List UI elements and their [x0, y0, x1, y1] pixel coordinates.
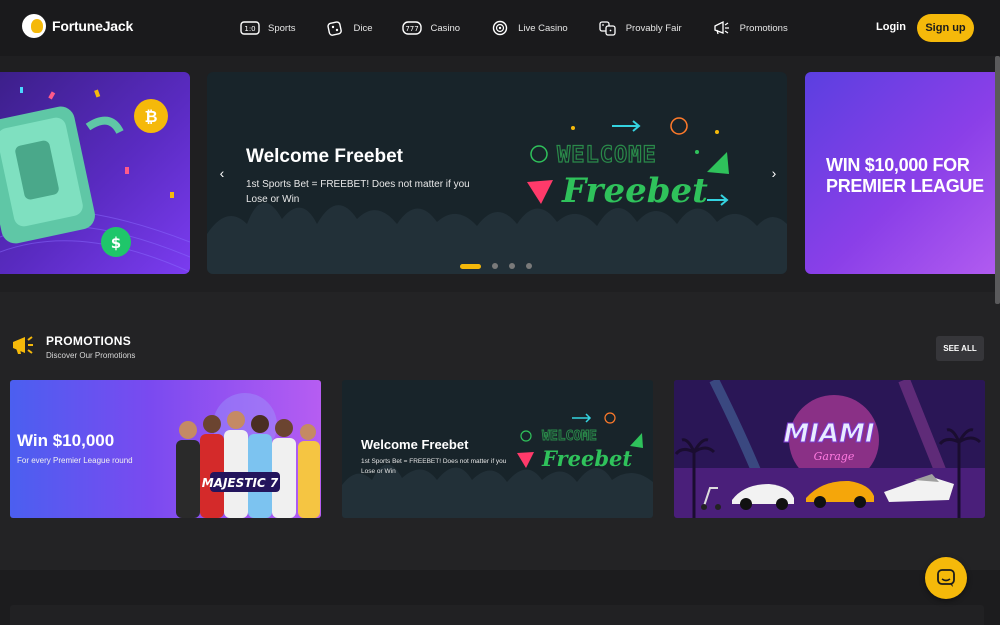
nav-label-promotions: Promotions: [739, 22, 788, 34]
signup-button[interactable]: Sign up: [917, 14, 974, 42]
nav-label-casino: Casino: [430, 22, 461, 34]
footer-panel: [10, 605, 984, 625]
dice-icon: [325, 20, 345, 36]
section-subtitle: Discover Our Promotions: [46, 351, 136, 360]
nav-label-live-casino: Live Casino: [518, 22, 568, 34]
promo-card-premier-league[interactable]: MAJESTIC 7 Win $10,000 For every Premier…: [10, 380, 321, 518]
top-navigation-bar: FortuneJack 1:0 Sports Dice 777 Casino L…: [0, 0, 1000, 56]
carousel-dot-4[interactable]: [526, 263, 532, 269]
promo-card-title: Win $10,000: [17, 431, 115, 450]
brand-logo[interactable]: FortuneJack: [22, 14, 133, 38]
nav-item-promotions[interactable]: Promotions: [712, 20, 788, 36]
carousel-dot-3[interactable]: [509, 263, 515, 269]
megaphone-icon: [712, 20, 732, 36]
scoreboard-icon: 1:0: [240, 20, 260, 36]
chat-icon: [937, 569, 955, 587]
promo-card-title: Welcome Freebet: [361, 437, 469, 452]
nav-item-live-casino[interactable]: Live Casino: [490, 20, 568, 36]
nav-item-provably-fair[interactable]: Provably Fair: [598, 20, 682, 36]
nav-label-provably-fair: Provably Fair: [625, 22, 682, 34]
promo-card-subtitle: 1st Sports Bet = FREEBET! Does not matte…: [361, 458, 507, 475]
live-chat-button[interactable]: [925, 557, 967, 599]
section-title: PROMOTIONS: [46, 334, 132, 348]
svg-text:777: 777: [406, 25, 419, 33]
svg-text:$: $: [111, 234, 121, 252]
promotions-header: PROMOTIONS Discover Our Promotions: [10, 334, 135, 360]
promo-card-subtitle: For every Premier League round: [17, 456, 133, 465]
miami-logo-text: MIAMI: [783, 419, 875, 449]
hero-slide-active[interactable]: ‹ › Welcome Freebet 1st Sports Bet = FRE…: [207, 72, 787, 274]
page-scrollbar[interactable]: [995, 56, 1000, 304]
fortunejack-logo-icon: [22, 14, 46, 38]
dice-pair-icon: [598, 20, 618, 36]
svg-text:Freebet: Freebet: [541, 446, 632, 471]
carousel-dot-2[interactable]: [492, 263, 498, 269]
megaphone-icon: [13, 336, 33, 354]
hero-subtitle: 1st Sports Bet = FREEBET! Does not matte…: [246, 179, 470, 205]
hero-title: Welcome Freebet: [246, 146, 403, 167]
majestic-badge-text: MAJESTIC 7: [202, 476, 279, 490]
brand-name: FortuneJack: [52, 18, 134, 34]
nav-item-sports[interactable]: 1:0 Sports: [240, 20, 295, 36]
welcome-freebet-artwork: WELCOME Freebet: [527, 117, 729, 211]
roulette-icon: [490, 20, 510, 36]
carousel-prev-arrow[interactable]: ‹: [209, 160, 235, 186]
svg-text:1:0: 1:0: [244, 25, 255, 33]
art-welcome-text: WELCOME: [557, 143, 657, 168]
svg-text:₿: ₿: [144, 107, 157, 126]
hero-slide-previous[interactable]: ₿ $: [0, 72, 190, 274]
crypto-wallet-illustration: ₿ $: [0, 87, 190, 273]
svg-text:WELCOME: WELCOME: [542, 429, 597, 444]
garage-logo-text: Garage: [814, 450, 855, 463]
promo-card-welcome-freebet[interactable]: WELCOME Freebet Welcome Freebet 1st Spor…: [342, 380, 653, 518]
login-button[interactable]: Login: [876, 21, 906, 33]
football-players-illustration: MAJESTIC 7: [176, 393, 320, 518]
hero-next-slide-text: WIN $10,000 FOR PREMIER LEAGUE: [826, 155, 984, 196]
carousel-next-arrow[interactable]: ›: [761, 160, 787, 186]
hero-slide-next[interactable]: WIN $10,000 FOR PREMIER LEAGUE: [805, 72, 1000, 274]
nav-item-dice[interactable]: Dice: [325, 20, 372, 36]
carousel-pagination: [460, 263, 532, 269]
nav-label-sports: Sports: [268, 22, 296, 34]
promo-card-miami-garage[interactable]: MIAMI Garage: [674, 380, 985, 518]
nav-item-casino[interactable]: 777 Casino: [402, 20, 460, 36]
nav-label-dice: Dice: [353, 22, 373, 34]
miami-garage-illustration: MIAMI Garage: [674, 380, 985, 518]
welcome-freebet-artwork: WELCOME Freebet: [517, 412, 643, 471]
see-all-button[interactable]: SEE ALL: [936, 336, 984, 361]
art-freebet-text: Freebet: [561, 171, 708, 211]
slot-777-icon: 777: [402, 20, 423, 36]
carousel-dot-1[interactable]: [460, 263, 481, 269]
main-nav: 1:0 Sports Dice 777 Casino Live Casino P…: [240, 0, 818, 56]
